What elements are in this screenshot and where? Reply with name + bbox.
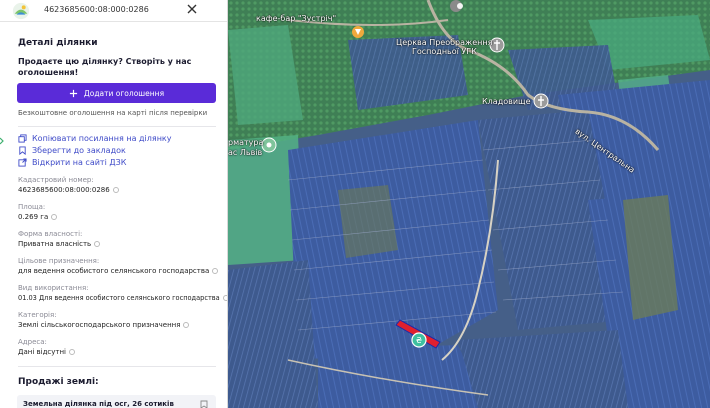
sale-listing-title: Земельна ділянка під осг, 26 сотиків [23, 400, 174, 408]
info-icon [51, 214, 58, 220]
info-icon [183, 322, 190, 328]
poi-marker [457, 3, 463, 9]
divider [18, 126, 216, 127]
field-value-category: Землі сільськогосподарського призначення [18, 321, 190, 329]
field-olive [338, 185, 398, 258]
field-value-address: Дані відсутні [18, 348, 76, 356]
hryvnia-icon: ₴ [416, 336, 422, 345]
map-label-cemetery: Кладовище [482, 97, 531, 106]
map-canvas[interactable]: ₴ [228, 0, 710, 408]
promo-line-1: Продаєте цю ділянку? Створіть у нас [18, 57, 192, 66]
field-label-address: Адреса: [18, 338, 47, 346]
map-label-lviv: ас Львів [228, 148, 263, 157]
sale-listing-card[interactable]: Земельна ділянка під осг, 26 сотиків [17, 395, 216, 408]
bookmark-icon [19, 146, 26, 155]
sales-title: Продажі землі: [18, 377, 99, 387]
map-label-cafe: кафе-бар "Зустріч" [256, 14, 337, 23]
map-label-church-2: Господньої УГК [412, 47, 477, 56]
field-value-ownership: Приватна власність [18, 240, 101, 248]
external-link-icon [18, 158, 27, 167]
open-dzk-action[interactable]: Відкрити на сайті ДЗК [18, 158, 126, 167]
field-label-purpose: Цільове призначення: [18, 257, 100, 265]
add-listing-label: Додати оголошення [83, 88, 165, 98]
bookmark-icon[interactable] [200, 400, 208, 408]
field-label-area: Площа: [18, 203, 46, 211]
panel-title: Деталі ділянки [18, 38, 98, 48]
info-icon [94, 241, 101, 247]
header-cadastral-number: 4623685600:08:000:0286 [44, 5, 149, 14]
divider [18, 366, 216, 367]
add-listing-button[interactable]: Додати оголошення [17, 83, 216, 103]
copy-link-action[interactable]: Копіювати посилання на ділянку [18, 134, 172, 143]
open-dzk-label: Відкрити на сайті ДЗК [32, 158, 127, 167]
panel-header: 4623685600:08:000:0286 [0, 0, 227, 22]
save-bookmark-action[interactable]: Зберегти до закладок [18, 146, 126, 155]
edge-marker-icon [0, 137, 4, 145]
save-bookmark-label: Зберегти до закладок [32, 146, 126, 155]
field-label-cadastral: Кадастровий номер: [18, 176, 94, 184]
field-strips [458, 330, 628, 408]
map-label-church: Церква Преображення [396, 38, 493, 47]
field-label-category: Категорія: [18, 311, 57, 319]
place-icon [266, 142, 272, 148]
field-value-area: 0.269 га [18, 213, 58, 221]
info-icon [112, 187, 119, 193]
field-label-ownership: Форма власності: [18, 230, 83, 238]
satellite-map[interactable]: ₴ кафе-бар "Зустріч" Церква Преображення… [228, 0, 710, 408]
field-value-cadastral: 4623685600:08:000:0286 [18, 186, 119, 194]
details-panel: 4623685600:08:000:0286 Деталі ділянки Пр… [0, 0, 228, 408]
map-label-pharm: рматура [228, 138, 264, 147]
field-label-usage: Вид використання: [18, 284, 89, 292]
field-value-usage: 01.03 Для ведення особистого селянського… [18, 294, 227, 302]
field-value-purpose: для ведення особистого селянського госпо… [18, 267, 219, 275]
info-icon [212, 268, 219, 274]
info-icon [69, 349, 76, 355]
copy-link-label: Копіювати посилання на ділянку [32, 134, 172, 143]
close-icon[interactable] [184, 1, 200, 17]
promo-line-2: оголошення! [18, 68, 79, 77]
free-listing-note: Безкоштовне оголошення на карті після пе… [18, 109, 208, 117]
copy-icon [18, 134, 27, 143]
land-logo-icon [12, 2, 30, 20]
plus-icon [69, 89, 78, 97]
field-strips [228, 260, 318, 408]
